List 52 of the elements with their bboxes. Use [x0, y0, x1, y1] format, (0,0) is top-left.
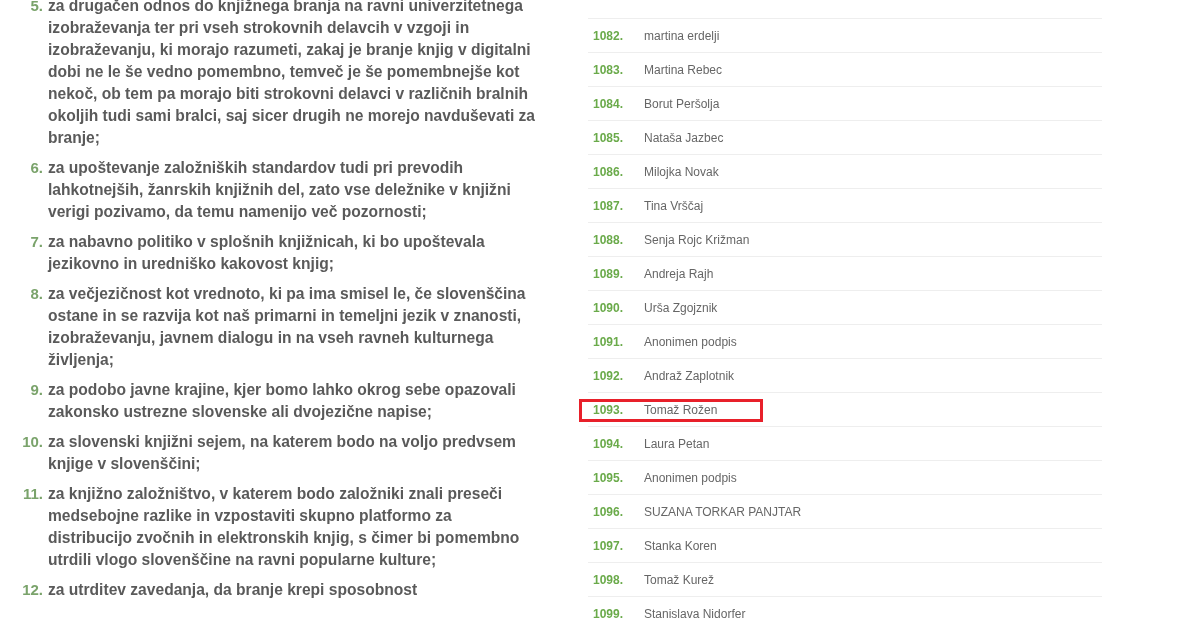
signature-name: Andreja Rajh: [644, 265, 714, 283]
signature-number: 1095.: [592, 469, 625, 487]
item-number: 10.: [21, 432, 44, 452]
signature-name: Anonimen podpis: [644, 333, 737, 351]
signature-name: Tomaž Kurež: [644, 571, 715, 589]
item-number: 9.: [29, 380, 44, 400]
signature-name: Stanka Koren: [644, 537, 717, 555]
signature-name: Urša Zgojznik: [644, 299, 718, 317]
signature-name: Milojka Novak: [644, 163, 719, 181]
demand-text: za slovenski knjižni sejem, na katerem bodo na voljo predvsem knjige v slovenščini;: [48, 432, 517, 474]
signature-number: 1096.: [592, 503, 625, 521]
item-number: 7.: [29, 232, 44, 252]
signature-number: 1084.: [592, 95, 625, 113]
signature-name: Nataša Jazbec: [644, 129, 724, 147]
signature-number: 1088.: [592, 231, 625, 249]
signature-name: Anonimen podpis: [644, 469, 737, 487]
demand-text: za podobo javne krajine, kjer bomo lahko okrog sebe opazovali zakonsko ustrezne slovenske ali dvojezične napise;: [48, 380, 517, 422]
signature-number: 1089.: [592, 265, 625, 283]
item-number: 12.: [21, 580, 44, 600]
signature-name: Senja Rojc Križman: [644, 231, 750, 249]
signature-number: 1082.: [592, 27, 625, 45]
signature-name: Borut Peršolja: [644, 95, 720, 113]
demand-text: za nabavno politiko v splošnih knjižnicah, ki bo upoštevala jezikovno in uredniško kakovost knjig;: [48, 232, 486, 274]
demand-text: za upoštevanje založniških standardov tudi pri prevodih lahkotnejših, žanrskih knjižnih del, zato vse deležnike v knjižni verigi pozivamo, da temu namenijo več pozornosti;: [48, 158, 512, 222]
signature-number: 1098.: [592, 571, 625, 589]
signature-number: 1094.: [592, 435, 625, 453]
signature-number: 1086.: [592, 163, 625, 181]
signature-number: 1083.: [592, 61, 625, 79]
item-number: 11.: [21, 484, 44, 504]
demand-text: za knjižno založništvo, v katerem bodo založniki znali preseči medsebojne razlike in vzpostaviti skupno platformo za distribucijo zvočnih in elektronskih knjig, s čimer bi pomembno utrdili vlogo slovenščine na ravni popularne kulture;: [48, 484, 521, 570]
signature-name: Andraž Zaplotnik: [644, 367, 735, 385]
demand-text: za drugačen odnos do knjižnega branja na ravni univerzitetnega izobraževanja ter pri vseh strokovnih delavcih v vzgoji in izobraževanju, ki morajo razumeti, zakaj je branje knjig v digitalni dobi ne le še vedno pomembno, temveč je še pomembnejše kot nekoč, ob tem pa morajo biti strokovni delavci v različnih bralnih okoljih tudi sami bralci, saj sicer drugih ne morejo navduševati za branje;: [48, 0, 536, 148]
item-number: 6.: [29, 158, 44, 178]
item-number: 8.: [29, 284, 44, 304]
signature-number: 1097.: [592, 537, 625, 555]
signature-number: 1093.: [592, 401, 625, 419]
signature-name: Tomaž Rožen: [644, 401, 718, 419]
signature-name: Martina Rebec: [644, 61, 723, 79]
signature-number: 1092.: [592, 367, 625, 385]
signature-name: SUZANA TORKAR PANJTAR: [644, 503, 802, 521]
signature-name: Stanislava Nidorfer: [644, 605, 746, 623]
signature-name: Tina Vrščaj: [644, 197, 704, 215]
signature-number: 1099.: [592, 605, 625, 623]
signature-number: 1087.: [592, 197, 625, 215]
demand-text: za večjezičnost kot vrednoto, ki pa ima smisel le, če slovenščina ostane in se razvija kot naš primarni in temeljni jezik v znanosti, izobraževanju, javnem dialogu in na vseh ravneh kulturnega življenja;: [48, 284, 527, 370]
signature-name: Laura Petan: [644, 435, 710, 453]
demand-text: za utrditev zavedanja, da branje krepi sposobnost: [48, 580, 419, 600]
signature-number: 1085.: [592, 129, 625, 147]
signature-name: martina erdelji: [644, 27, 720, 45]
item-number: 5.: [29, 0, 44, 16]
signature-number: 1091.: [592, 333, 625, 351]
signature-number: 1090.: [592, 299, 625, 317]
